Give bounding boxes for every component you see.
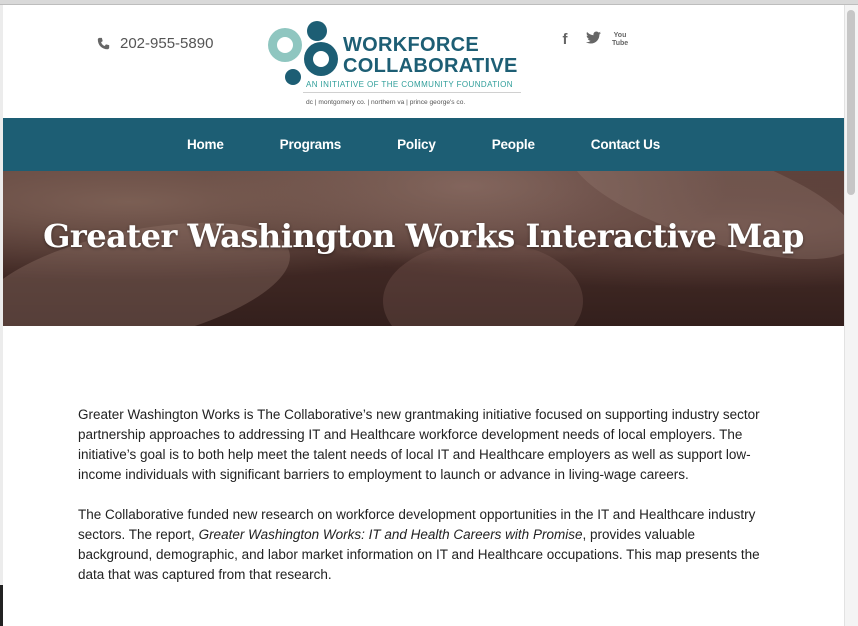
youtube-icon[interactable]: You Tube (612, 31, 628, 49)
logo-tagline: AN INITIATIVE OF THE COMMUNITY FOUNDATIO… (306, 80, 513, 89)
page-title: Greater Washington Works Interactive Map (43, 217, 804, 255)
main-content: Greater Washington Works is The Collabor… (78, 405, 768, 605)
phone-number: 202-955-5890 (120, 35, 214, 52)
scrollbar-thumb[interactable] (847, 10, 855, 195)
nav-programs[interactable]: Programs (266, 133, 355, 156)
phone-icon (97, 37, 110, 50)
logo-service-areas: dc | montgomery co. | northern va | prin… (306, 99, 466, 106)
hero-banner: Greater Washington Works Interactive Map (3, 171, 844, 326)
site-header: 202-955-5890 WORKFORCE COLLABORATIVE AN … (3, 5, 844, 118)
logo-divider (303, 92, 521, 93)
site-logo[interactable]: WORKFORCE COLLABORATIVE AN INITIATIVE OF… (265, 13, 525, 113)
nav-policy[interactable]: Policy (383, 133, 450, 156)
nav-people[interactable]: People (478, 133, 549, 156)
report-title: Greater Washington Works: IT and Health … (198, 527, 583, 542)
logo-line-1: WORKFORCE (343, 34, 480, 56)
twitter-icon[interactable] (584, 31, 602, 49)
nav-home[interactable]: Home (173, 133, 238, 156)
phone-contact[interactable]: 202-955-5890 (97, 35, 213, 52)
research-paragraph: The Collaborative funded new research on… (78, 507, 760, 582)
logo-line-2: COLLABORATIVE (343, 55, 518, 77)
web-page: 202-955-5890 WORKFORCE COLLABORATIVE AN … (3, 5, 844, 626)
main-navigation: Home Programs Policy People Contact Us (3, 118, 844, 171)
logo-wordmark: WORKFORCE COLLABORATIVE (343, 35, 518, 77)
nav-contact-us[interactable]: Contact Us (577, 133, 674, 156)
page-scrollbar[interactable] (844, 5, 858, 626)
social-links: f You Tube (556, 31, 629, 49)
intro-paragraph: Greater Washington Works is The Collabor… (78, 407, 760, 482)
facebook-icon[interactable]: f (556, 31, 574, 49)
